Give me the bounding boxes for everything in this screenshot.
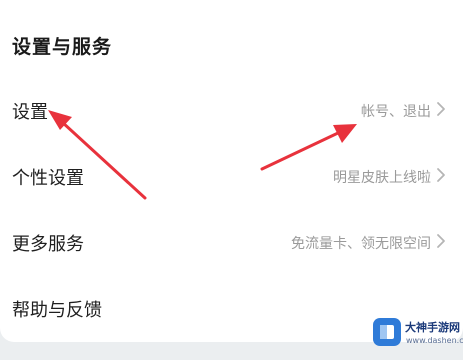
watermark: 大神手游网 www.dashen.com [371,314,463,354]
row-settings-label: 设置 [12,102,48,123]
chevron-right-icon [437,102,445,116]
row-more-services-value: 免流量卡、领无限空间 [291,236,431,252]
chevron-right-icon [437,234,445,248]
row-settings[interactable]: 设置 帐号、退出 [0,88,463,132]
row-personal-settings-label: 个性设置 [12,168,84,189]
watermark-logo [373,318,401,346]
chevron-right-icon [437,168,445,182]
row-help-feedback-label: 帮助与反馈 [12,300,102,321]
row-settings-value: 帐号、退出 [361,104,431,120]
settings-card: 设置与服务 设置 帐号、退出 个性设置 明星皮肤上线啦 更多服务 免流量卡、领无… [0,0,463,342]
row-personal-settings[interactable]: 个性设置 明星皮肤上线啦 [0,154,463,198]
section-title: 设置与服务 [12,36,113,58]
watermark-url: www.dashen.com [406,336,463,345]
row-personal-settings-value: 明星皮肤上线啦 [333,170,431,186]
watermark-title: 大神手游网 [405,321,460,334]
row-more-services[interactable]: 更多服务 免流量卡、领无限空间 [0,220,463,264]
row-more-services-label: 更多服务 [12,234,84,255]
